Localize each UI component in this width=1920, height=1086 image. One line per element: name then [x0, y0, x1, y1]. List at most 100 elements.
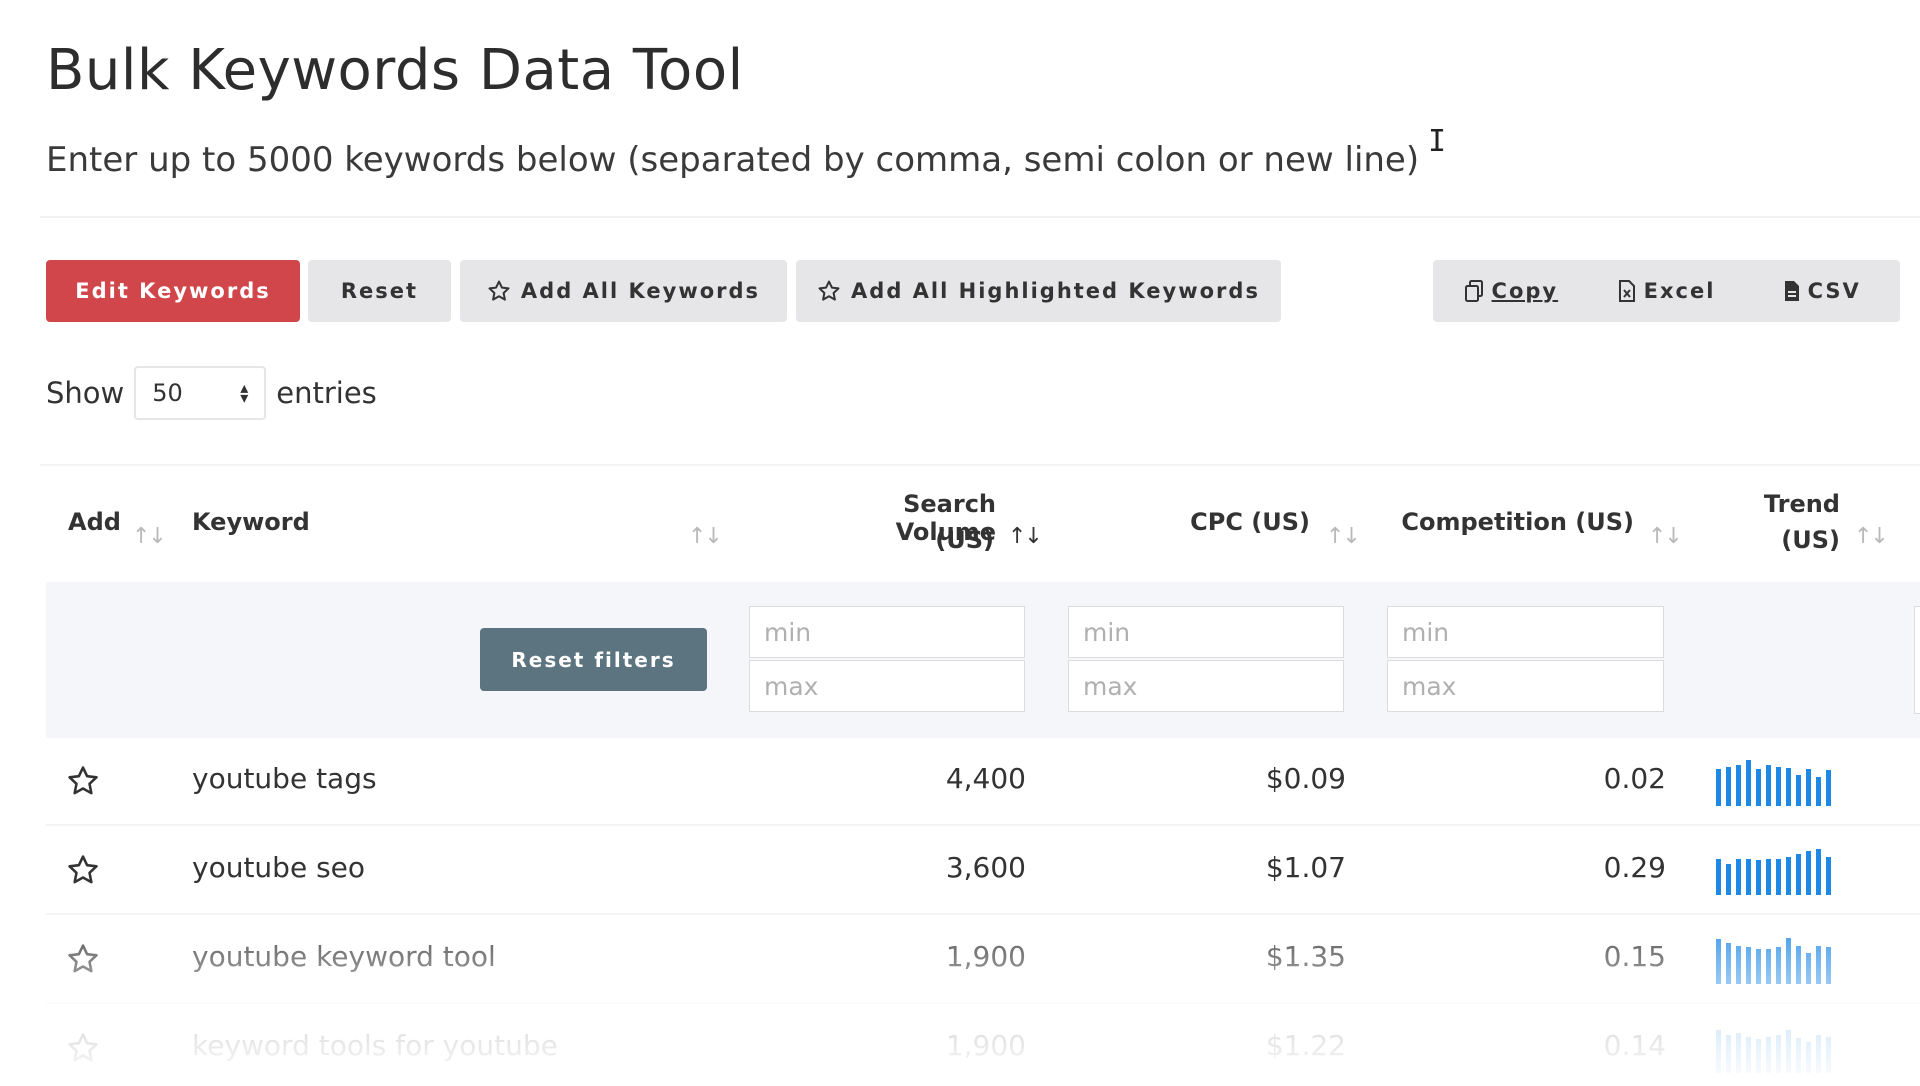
cpc-min-input[interactable] [1068, 606, 1344, 658]
sort-icon[interactable]: ↑↓ [1326, 524, 1361, 549]
trend-sparkline [1716, 1023, 1831, 1073]
trend-bar [1716, 939, 1721, 984]
table-row: youtube keyword tool 1,900 $1.35 0.15 [46, 916, 1920, 1004]
reset-filters-button[interactable]: Reset filters [480, 628, 707, 691]
trend-bar [1756, 949, 1761, 984]
header-trend-unit[interactable]: (US) [1740, 526, 1840, 554]
trend-bar [1796, 946, 1801, 984]
trend-bar [1736, 946, 1741, 984]
competition-max-input[interactable] [1387, 660, 1664, 712]
trend-bar [1726, 767, 1731, 806]
text-cursor-icon: I [1428, 124, 1447, 159]
search-volume-cell: 1,900 [945, 940, 1026, 973]
export-button-group: Copy Excel CSV [1433, 260, 1900, 322]
table-top-divider [40, 464, 1920, 466]
trend-bar [1826, 1037, 1831, 1073]
excel-button[interactable]: Excel [1589, 260, 1745, 322]
search-volume-cell: 3,600 [945, 851, 1026, 884]
trend-bar [1766, 1037, 1771, 1073]
competition-min-input[interactable] [1387, 606, 1664, 658]
trend-sparkline [1716, 934, 1831, 984]
trend-bar [1726, 1035, 1731, 1073]
sort-icon[interactable]: ↑↓ [1648, 524, 1683, 549]
add-highlighted-keywords-button[interactable]: Add All Highlighted Keywords [796, 260, 1281, 322]
keyword-cell: keyword tools for youtube [192, 1029, 558, 1062]
header-trend[interactable]: Trend [1700, 490, 1840, 518]
select-arrows-icon: ▴ ▾ [240, 378, 249, 407]
trend-bar [1726, 943, 1731, 984]
trend-bar [1756, 769, 1761, 806]
volume-max-input[interactable] [749, 660, 1025, 712]
table-row: youtube tags 4,400 $0.09 0.02 [46, 738, 1920, 826]
trend-bar [1786, 768, 1791, 806]
table-row: keyword tools for youtube 1,900 $1.22 0.14 [46, 1005, 1920, 1086]
table-row: youtube seo 3,600 $1.07 0.29 [46, 827, 1920, 915]
trend-bar [1756, 1039, 1761, 1073]
trend-bar [1816, 946, 1821, 984]
trend-bar [1786, 938, 1791, 984]
header-cpc[interactable]: CPC (US) [1190, 508, 1310, 536]
header-search-volume-unit[interactable]: (US) [900, 526, 994, 554]
trend-filter-input-partial[interactable] [1914, 606, 1920, 714]
trend-bar [1826, 770, 1831, 806]
star-outline-icon[interactable] [66, 764, 100, 798]
competition-cell: 0.29 [1603, 851, 1666, 884]
trend-bar [1816, 777, 1821, 806]
star-icon [818, 280, 840, 301]
trend-bar [1746, 1037, 1751, 1073]
add-all-keywords-label: Add All Keywords [520, 279, 761, 303]
excel-label: Excel [1643, 279, 1716, 303]
star-outline-icon[interactable] [66, 853, 100, 887]
keyword-cell: youtube seo [192, 851, 366, 884]
trend-bar [1746, 947, 1751, 984]
competition-cell: 0.02 [1603, 762, 1666, 795]
header-add[interactable]: Add [68, 508, 121, 536]
trend-bar [1766, 859, 1771, 895]
header-divider [40, 216, 1920, 218]
csv-button[interactable]: CSV [1744, 260, 1900, 322]
trend-bar [1766, 765, 1771, 806]
cpc-max-input[interactable] [1068, 660, 1344, 712]
sort-icon[interactable]: ↑↓ [132, 524, 167, 549]
trend-bar [1766, 949, 1771, 984]
trend-bar [1756, 860, 1761, 895]
competition-cell: 0.15 [1603, 940, 1666, 973]
header-keyword[interactable]: Keyword [192, 508, 310, 536]
star-outline-icon[interactable] [66, 942, 100, 976]
sort-icon[interactable]: ↑↓ [688, 524, 723, 549]
reset-button[interactable]: Reset [308, 260, 451, 322]
header-competition[interactable]: Competition (US) [1390, 508, 1634, 536]
add-highlighted-keywords-label: Add All Highlighted Keywords [851, 279, 1260, 303]
star-outline-icon[interactable] [66, 1031, 100, 1065]
add-all-keywords-button[interactable]: Add All Keywords [460, 260, 787, 322]
trend-bar [1746, 859, 1751, 895]
search-volume-cell: 4,400 [945, 762, 1026, 795]
trend-bar [1806, 769, 1811, 806]
entries-label: entries [276, 376, 377, 410]
trend-bar [1806, 1042, 1811, 1073]
trend-sparkline [1716, 845, 1831, 895]
trend-bar [1816, 849, 1821, 895]
keyword-cell: youtube keyword tool [192, 940, 496, 973]
cpc-cell: $0.09 [1265, 762, 1346, 795]
entries-select[interactable]: 50 ▴ ▾ [134, 366, 267, 420]
trend-bar [1726, 864, 1731, 895]
star-icon [488, 280, 510, 301]
sort-icon[interactable]: ↑↓ [1854, 524, 1889, 549]
trend-bar [1796, 854, 1801, 895]
competition-cell: 0.14 [1603, 1029, 1666, 1062]
volume-min-input[interactable] [749, 606, 1025, 658]
sort-desc-active-icon[interactable]: ↑↓ [1008, 524, 1043, 549]
trend-bar [1736, 1033, 1741, 1073]
csv-label: CSV [1807, 279, 1861, 303]
trend-bar [1786, 857, 1791, 895]
copy-button[interactable]: Copy [1433, 260, 1589, 322]
trend-bar [1806, 851, 1811, 895]
trend-bar [1716, 859, 1721, 895]
trend-bar [1826, 857, 1831, 895]
show-label: Show [46, 376, 125, 410]
trend-bar [1776, 1035, 1781, 1073]
edit-keywords-button[interactable]: Edit Keywords [46, 260, 300, 322]
trend-bar [1736, 765, 1741, 806]
trend-bar [1716, 1030, 1721, 1073]
